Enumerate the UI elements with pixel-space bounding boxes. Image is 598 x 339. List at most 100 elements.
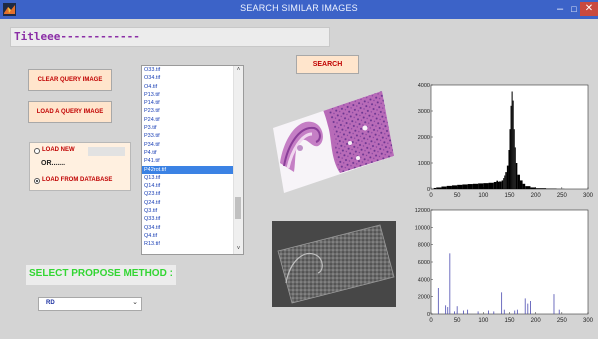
y-tick-label: 4000 bbox=[418, 83, 430, 89]
histogram-bar bbox=[433, 187, 437, 189]
result-image bbox=[272, 221, 396, 307]
histogram-bar bbox=[511, 91, 513, 189]
histogram-bar bbox=[505, 172, 507, 189]
x-tick-label: 300 bbox=[583, 318, 594, 324]
file-list-item[interactable]: P3.tif bbox=[142, 124, 234, 132]
histogram-bar bbox=[467, 184, 473, 189]
file-list-item[interactable]: O34.tif bbox=[142, 74, 234, 82]
histogram-bar bbox=[504, 175, 506, 189]
histogram-bar bbox=[499, 181, 502, 189]
window-title: SEARCH SIMILAR IMAGES bbox=[240, 3, 358, 13]
file-list-item[interactable]: P33.tif bbox=[142, 132, 234, 140]
load-from-database-radio[interactable] bbox=[34, 178, 40, 184]
file-list-item[interactable]: P23.tif bbox=[142, 107, 234, 115]
title-field: Titleee------------ bbox=[10, 27, 330, 47]
histogram-bar bbox=[451, 185, 458, 189]
x-tick-label: 150 bbox=[504, 193, 515, 199]
scroll-down-icon[interactable]: ˅ bbox=[234, 245, 243, 254]
database-file-list[interactable]: O33.tif O34.tif O4.tif P13.tif P14.tif P23.ti… bbox=[141, 65, 244, 255]
file-list-item[interactable]: P42rot.tif bbox=[142, 165, 234, 174]
file-list-scrollbar[interactable]: ˄ ˅ bbox=[233, 66, 243, 254]
histogram-bar bbox=[506, 165, 509, 189]
histogram-bar bbox=[512, 100, 514, 189]
scroll-up-icon[interactable]: ˄ bbox=[234, 66, 243, 75]
minimize-button[interactable]: – bbox=[553, 2, 567, 16]
clear-query-image-button[interactable]: CLEAR QUERY IMAGE bbox=[28, 69, 112, 91]
y-tick-label: 3000 bbox=[418, 109, 430, 115]
y-tick-label: 2000 bbox=[418, 135, 430, 141]
x-tick-label: 100 bbox=[478, 318, 489, 324]
file-list-item[interactable]: Q3.tif bbox=[142, 207, 234, 215]
histogram-bar bbox=[508, 150, 510, 189]
file-list-item[interactable]: P4.tif bbox=[142, 149, 234, 157]
histogram-bar bbox=[519, 180, 523, 189]
histogram-bar bbox=[488, 182, 494, 189]
histogram-bar bbox=[503, 178, 505, 189]
histogram-bar bbox=[446, 185, 452, 189]
scroll-thumb[interactable] bbox=[235, 197, 241, 219]
y-tick-label: 2000 bbox=[418, 295, 430, 301]
histogram-bar bbox=[530, 187, 536, 189]
y-tick-label: 8000 bbox=[418, 243, 430, 249]
histogram-bar bbox=[497, 181, 500, 189]
query-image bbox=[270, 88, 394, 195]
title-bar: SEARCH SIMILAR IMAGES – □ ✕ bbox=[0, 0, 598, 19]
x-tick-label: 0 bbox=[429, 318, 433, 324]
file-list-items: O33.tif O34.tif O4.tif P13.tif P14.tif P23.ti… bbox=[142, 66, 234, 249]
histogram-bar bbox=[457, 184, 463, 189]
y-tick-label: 10000 bbox=[415, 225, 430, 231]
file-list-item[interactable]: Q33.tif bbox=[142, 215, 234, 223]
histogram-bar bbox=[462, 184, 468, 189]
y-tick-label: 0 bbox=[427, 187, 430, 193]
histogram-bar bbox=[517, 174, 520, 189]
image-source-panel: LOAD NEW OR....... LOAD FROM DATABASE bbox=[29, 142, 131, 191]
file-list-item[interactable]: P14.tif bbox=[142, 99, 234, 107]
y-tick-label: 4000 bbox=[418, 277, 430, 283]
method-select[interactable]: RD ⌄ bbox=[38, 297, 142, 311]
x-tick-label: 0 bbox=[429, 193, 433, 199]
file-list-item[interactable]: Q23.tif bbox=[142, 190, 234, 198]
chevron-down-icon: ⌄ bbox=[132, 299, 138, 306]
histogram-bar bbox=[522, 183, 526, 189]
file-list-item[interactable]: Q4.tif bbox=[142, 232, 234, 240]
file-list-item[interactable]: O33.tif bbox=[142, 66, 234, 74]
histogram-bar bbox=[436, 187, 442, 189]
x-tick-label: 100 bbox=[478, 193, 489, 199]
histogram-bar bbox=[535, 188, 547, 189]
histogram-bar bbox=[478, 183, 484, 189]
query-image-histogram: 0 50 100 150 200 250 30001000200030004000 bbox=[418, 83, 594, 199]
histogram-bar bbox=[514, 147, 516, 189]
load-new-label: LOAD NEW bbox=[42, 147, 75, 153]
file-list-item[interactable]: Q34.tif bbox=[142, 224, 234, 232]
file-list-item[interactable]: P41.tif bbox=[142, 157, 234, 165]
file-list-item[interactable]: Q24.tif bbox=[142, 199, 234, 207]
title-text: Titleee------------ bbox=[14, 30, 140, 43]
feature-histogram: 0 50 100 150 200 250 300 0 2000 4000 6000 8000 10000… bbox=[415, 208, 594, 324]
file-list-item[interactable]: P24.tif bbox=[142, 116, 234, 124]
y-tick-label: 0 bbox=[427, 312, 430, 318]
x-tick-label: 300 bbox=[583, 193, 594, 199]
method-label: SELECT PROPOSE METHOD : bbox=[29, 268, 173, 279]
load-new-radio[interactable] bbox=[34, 148, 40, 154]
histogram-bar bbox=[441, 186, 447, 189]
y-tick-label: 1000 bbox=[418, 161, 430, 167]
search-button[interactable]: SEARCH bbox=[296, 55, 359, 74]
close-button[interactable]: ✕ bbox=[580, 2, 598, 16]
file-list-item[interactable]: Q14.tif bbox=[142, 182, 234, 190]
y-tick-label: 12000 bbox=[415, 208, 430, 214]
file-list-item[interactable]: P34.tif bbox=[142, 141, 234, 149]
file-list-item[interactable]: R13.tif bbox=[142, 240, 234, 248]
file-list-item[interactable]: O4.tif bbox=[142, 83, 234, 91]
x-tick-label: 50 bbox=[454, 318, 461, 324]
file-list-item[interactable]: P13.tif bbox=[142, 91, 234, 99]
maximize-button[interactable]: □ bbox=[568, 2, 580, 16]
load-query-image-button[interactable]: LOAD A QUERY IMAGE bbox=[28, 101, 112, 123]
file-list-item[interactable]: Q13.tif bbox=[142, 174, 234, 182]
histogram-bar bbox=[515, 163, 518, 189]
x-tick-label: 250 bbox=[557, 193, 568, 199]
x-tick-label: 150 bbox=[504, 318, 515, 324]
y-tick-label: 6000 bbox=[418, 260, 430, 266]
load-new-field[interactable] bbox=[88, 147, 125, 156]
app-window: SEARCH SIMILAR IMAGES – □ ✕ Titleee-----… bbox=[0, 0, 598, 339]
x-tick-label: 250 bbox=[557, 318, 568, 324]
